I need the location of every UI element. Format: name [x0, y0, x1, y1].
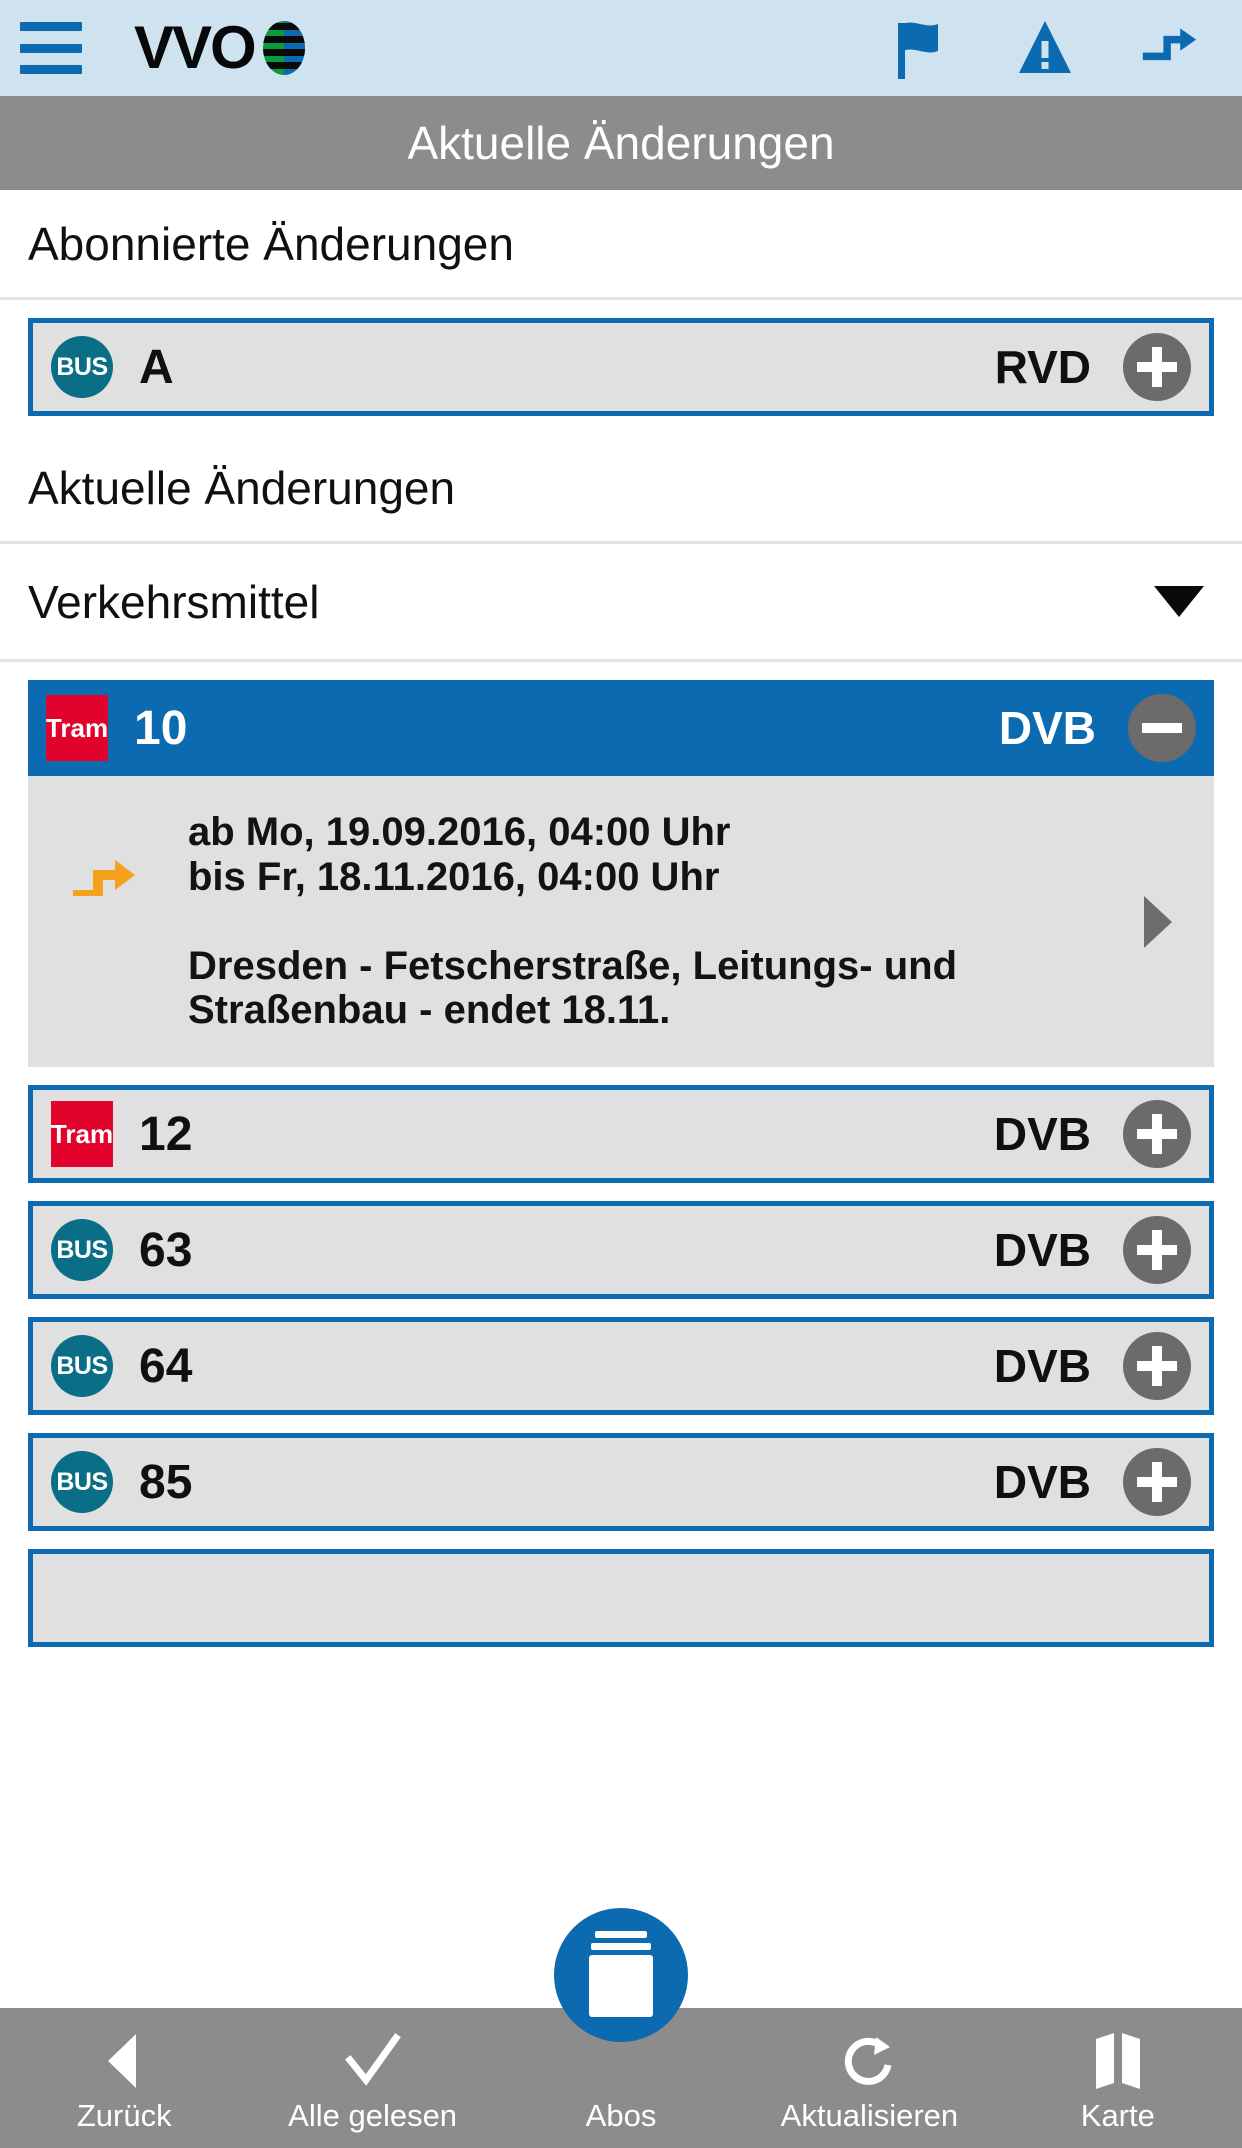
- scroll-content[interactable]: Abonnierte Änderungen BUS A RVD Aktuelle…: [0, 190, 1242, 2148]
- hamburger-bar: [20, 43, 82, 53]
- hamburger-icon[interactable]: [20, 22, 82, 74]
- bus-badge-label: BUS: [56, 1235, 108, 1264]
- add-subscription-button[interactable]: [1123, 1448, 1191, 1517]
- vvo-logo: VVO: [134, 18, 307, 78]
- expanded-card-header[interactable]: Tram 10 DVB: [28, 680, 1214, 776]
- nav-item-aktualisieren[interactable]: Aktualisieren: [745, 2008, 993, 2148]
- subscribed-list: BUS A RVD: [0, 318, 1242, 416]
- filter-label: Verkehrsmittel: [28, 575, 320, 628]
- operator-label: DVB: [993, 1224, 1091, 1277]
- nav-label: Abos: [585, 2098, 657, 2133]
- add-subscription-button[interactable]: [1123, 1100, 1191, 1169]
- nav-item-zurueck[interactable]: Zurück: [0, 2008, 248, 2148]
- detour-icon-column: [28, 810, 188, 896]
- filter-verkehrsmittel[interactable]: Verkehrsmittel: [0, 544, 1242, 662]
- bus-badge-icon: BUS: [51, 1219, 113, 1282]
- vvo-globe-icon: [261, 20, 307, 76]
- remove-subscription-button[interactable]: [1128, 694, 1196, 762]
- section-title: Aktuelle Änderungen: [28, 461, 456, 514]
- bus-badge-label: BUS: [56, 1467, 108, 1496]
- nav-label: Alle gelesen: [288, 2098, 458, 2133]
- table-row[interactable]: BUS A RVD: [28, 318, 1214, 416]
- operator-label: RVD: [994, 341, 1091, 393]
- line-number: A: [139, 340, 174, 394]
- refresh-icon: [840, 2030, 898, 2092]
- expanded-change-card: Tram 10 DVB ab Mo, 19.09.2016, 04:00 Uhr…: [28, 680, 1214, 1068]
- tram-badge-label: Tram: [45, 712, 109, 743]
- hamburger-bar: [20, 22, 82, 31]
- expanded-card-body[interactable]: ab Mo, 19.09.2016, 04:00 Uhr bis Fr, 18.…: [28, 776, 1214, 1068]
- chevron-right-icon[interactable]: [1144, 895, 1172, 948]
- chevron-down-icon[interactable]: [1154, 586, 1204, 617]
- change-details: ab Mo, 19.09.2016, 04:00 Uhr bis Fr, 18.…: [188, 810, 1214, 1033]
- detour-arrow-icon: [73, 860, 135, 896]
- brand-label: VVO: [134, 14, 257, 81]
- add-subscription-button[interactable]: [1123, 1216, 1191, 1285]
- table-row[interactable]: [28, 1549, 1214, 1648]
- line-number: 12: [139, 1107, 193, 1161]
- line-number: 85: [139, 1455, 193, 1509]
- operator-label: DVB: [993, 1340, 1091, 1393]
- line-number: 10: [134, 701, 188, 755]
- warning-triangle-icon[interactable]: [1016, 17, 1074, 79]
- description-line-1: Dresden - Fetscherstraße, Leitungs- und: [188, 943, 958, 988]
- section-header-current: Aktuelle Änderungen: [0, 434, 1242, 544]
- abos-fab-button[interactable]: [554, 1908, 688, 2042]
- valid-from: ab Mo, 19.09.2016, 04:00 Uhr: [188, 810, 731, 854]
- table-row[interactable]: Tram 12 DVB: [28, 1085, 1214, 1184]
- bus-badge-icon: BUS: [51, 1335, 113, 1398]
- add-subscription-button[interactable]: [1123, 1332, 1191, 1401]
- nav-item-karte[interactable]: Karte: [994, 2008, 1242, 2148]
- current-changes-list: Tram 12 DVB BUS 63 DVB BUS 64 DVB BUS 85…: [0, 1085, 1242, 1648]
- section-title: Abonnierte Änderungen: [28, 217, 514, 270]
- table-row[interactable]: BUS 63 DVB: [28, 1201, 1214, 1300]
- add-subscription-button[interactable]: [1123, 333, 1191, 401]
- table-row[interactable]: BUS 85 DVB: [28, 1433, 1214, 1532]
- nav-label: Aktualisieren: [780, 2098, 959, 2133]
- page-title-bar: Aktuelle Änderungen: [0, 96, 1242, 190]
- back-triangle-icon: [102, 2030, 146, 2092]
- detour-arrow-icon[interactable]: [1140, 17, 1198, 79]
- bus-badge-label: BUS: [56, 352, 108, 381]
- operator-label: DVB: [998, 702, 1096, 754]
- line-number: 64: [139, 1339, 193, 1393]
- nav-item-alle-gelesen[interactable]: Alle gelesen: [248, 2008, 496, 2148]
- section-header-subscribed: Abonnierte Änderungen: [0, 190, 1242, 300]
- nav-label: Zurück: [76, 2098, 172, 2133]
- valid-to: bis Fr, 18.11.2016, 04:00 Uhr: [188, 854, 720, 899]
- operator-label: DVB: [993, 1456, 1091, 1509]
- bus-badge-icon: BUS: [51, 1451, 113, 1514]
- tram-badge-icon: Tram: [46, 695, 108, 761]
- tram-badge-label: Tram: [50, 1118, 114, 1149]
- app-header: VVO: [0, 0, 1242, 96]
- bus-badge-label: BUS: [56, 1351, 108, 1380]
- map-icon: [1092, 2030, 1144, 2092]
- bus-badge-icon: BUS: [51, 336, 113, 398]
- table-row[interactable]: BUS 64 DVB: [28, 1317, 1214, 1416]
- operator-label: DVB: [993, 1108, 1091, 1161]
- page-title: Aktuelle Änderungen: [407, 117, 835, 169]
- nav-label: Karte: [1080, 2098, 1155, 2133]
- card-stack-icon: [589, 1931, 653, 2017]
- line-number: 63: [139, 1223, 193, 1277]
- hamburger-bar: [20, 65, 82, 74]
- check-icon: [344, 2030, 402, 2092]
- header-actions: [892, 17, 1198, 79]
- tram-badge-icon: Tram: [50, 1101, 114, 1168]
- flag-icon[interactable]: [892, 17, 950, 79]
- description-line-2: Straßenbau - endet 18.11.: [188, 988, 671, 1033]
